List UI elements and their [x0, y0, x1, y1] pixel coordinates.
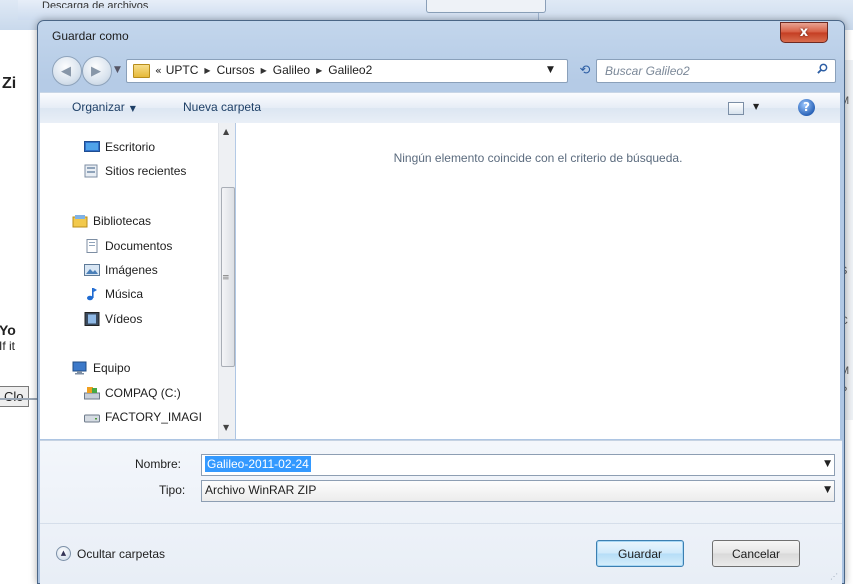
- help-icon[interactable]: ?: [798, 99, 815, 116]
- breadcrumb: « UPTC ▶ Cursos ▶ Galileo ▶ Galileo2: [155, 63, 372, 77]
- filename-field[interactable]: Galileo-2011-02-24 ▼: [201, 454, 835, 476]
- hide-folders-label: Ocultar carpetas: [77, 546, 166, 561]
- nav-item-label: Sitios recientes: [105, 164, 187, 178]
- file-type-value: Archivo WinRAR ZIP: [205, 483, 317, 497]
- cancel-button[interactable]: Cancelar: [712, 540, 800, 567]
- address-bar[interactable]: « UPTC ▶ Cursos ▶ Galileo ▶ Galileo2 ▼: [126, 59, 568, 83]
- file-list-pane[interactable]: Ningún elemento coincide con el criterio…: [236, 123, 840, 439]
- filename-selected-text: Galileo-2011-02-24: [205, 456, 311, 472]
- nav-item-musica[interactable]: Música: [84, 287, 143, 301]
- nav-item-bibliotecas[interactable]: Bibliotecas: [72, 214, 151, 228]
- music-icon: [87, 288, 97, 301]
- recent-places-icon: [84, 164, 98, 178]
- hide-folders-toggle[interactable]: ▲ Ocultar carpetas: [56, 546, 165, 561]
- nav-item-label: FACTORY_IMAGI: [105, 410, 202, 424]
- view-options-dropdown-icon[interactable]: ▼: [753, 102, 759, 111]
- new-folder-button[interactable]: Nueva carpeta: [183, 100, 261, 114]
- chevron-down-icon[interactable]: ▼: [824, 485, 831, 495]
- scroll-down-icon[interactable]: ▼: [223, 423, 229, 432]
- nav-item-factory-image[interactable]: FACTORY_IMAGI: [84, 410, 202, 424]
- breadcrumb-separator-icon[interactable]: ▶: [316, 66, 322, 75]
- back-button[interactable]: ◀: [52, 56, 82, 86]
- parent-dialog-title: Descarga de archivos: [42, 0, 149, 8]
- collapse-icon: ▲: [56, 546, 71, 561]
- close-button[interactable]: x: [780, 22, 828, 43]
- background-text-ifit: If it: [0, 339, 16, 353]
- parent-dialog-button: [426, 0, 546, 13]
- nav-item-label: Documentos: [105, 239, 173, 253]
- drive-c-icon: [84, 387, 100, 400]
- save-button[interactable]: Guardar: [596, 540, 684, 567]
- pictures-icon: [84, 264, 100, 276]
- nav-item-label: Bibliotecas: [93, 214, 152, 228]
- nav-item-equipo[interactable]: Equipo: [72, 361, 130, 375]
- nav-item-escritorio[interactable]: Escritorio: [84, 140, 155, 154]
- dialog-title: Guardar como: [52, 29, 129, 43]
- scroll-up-icon[interactable]: ▲: [223, 127, 229, 136]
- breadcrumb-item[interactable]: UPTC: [166, 63, 199, 77]
- nav-item-label: Imágenes: [105, 263, 158, 277]
- documents-icon: [86, 239, 98, 253]
- refresh-button[interactable]: ⟲: [572, 59, 598, 81]
- drive-icon: [84, 414, 100, 423]
- scroll-grip-icon: ≡: [222, 273, 230, 283]
- libraries-icon: [72, 215, 88, 228]
- parent-dialog-titlebar: Descarga de archivos: [18, 0, 546, 20]
- search-icon[interactable]: [817, 63, 828, 74]
- search-input[interactable]: Buscar Galileo2: [605, 64, 690, 78]
- resize-grip-icon[interactable]: ⋰: [830, 572, 838, 581]
- back-arrow-icon: ◀: [61, 64, 71, 79]
- nav-item-label: COMPAQ (C:): [105, 386, 181, 400]
- computer-icon: [72, 361, 87, 375]
- save-as-dialog: Guardar como x ◀ ▶ ▼ « UPTC ▶ Cursos ▶ G…: [37, 20, 845, 584]
- breadcrumb-item[interactable]: Cursos: [217, 63, 255, 77]
- nav-item-label: Equipo: [93, 361, 131, 375]
- organize-label: Organizar: [72, 100, 125, 114]
- navigation-scrollbar[interactable]: ▲ ≡ ▼: [218, 123, 235, 439]
- nav-item-label: Música: [105, 287, 144, 301]
- background-text-you: Yo: [0, 322, 16, 338]
- videos-icon: [84, 312, 100, 326]
- background-divider: [0, 398, 40, 400]
- file-type-select[interactable]: Archivo WinRAR ZIP ▼: [201, 480, 835, 502]
- chevron-down-icon[interactable]: ▼: [824, 459, 831, 469]
- breadcrumb-separator-icon[interactable]: ▶: [261, 66, 267, 75]
- chevron-down-icon: ▼: [129, 104, 136, 113]
- change-view-icon[interactable]: [728, 102, 744, 115]
- breadcrumb-separator-icon[interactable]: ▶: [204, 66, 210, 75]
- nav-item-videos[interactable]: Vídeos: [84, 312, 142, 326]
- background-heading: Zi: [2, 75, 17, 92]
- nav-item-compaq-c[interactable]: COMPAQ (C:): [84, 386, 181, 400]
- nav-item-label: Vídeos: [105, 312, 143, 326]
- breadcrumb-overflow[interactable]: «: [155, 64, 162, 77]
- search-box[interactable]: Buscar Galileo2: [596, 59, 836, 83]
- forward-arrow-icon: ▶: [91, 64, 101, 79]
- desktop-icon: [84, 141, 100, 152]
- save-options-panel: Nombre: Galileo-2011-02-24 ▼ Tipo: Archi…: [40, 440, 842, 584]
- nav-item-documentos[interactable]: Documentos: [84, 239, 172, 253]
- command-bar: Organizar ▼ Nueva carpeta ▼ ?: [40, 92, 840, 124]
- nav-item-imagenes[interactable]: Imágenes: [84, 263, 158, 277]
- address-dropdown-icon[interactable]: ▼: [547, 65, 554, 75]
- recent-locations-dropdown[interactable]: ▼: [114, 65, 121, 75]
- organize-menu[interactable]: Organizar ▼: [72, 100, 136, 114]
- navigation-pane: Escritorio Sitios recientes Bibliotecas …: [40, 123, 235, 439]
- breadcrumb-item[interactable]: Galileo: [273, 63, 310, 77]
- nav-item-sitios-recientes[interactable]: Sitios recientes: [84, 164, 186, 178]
- background-close-button: Clo: [0, 386, 29, 407]
- nav-item-label: Escritorio: [105, 140, 156, 154]
- empty-results-message: Ningún elemento coincide con el criterio…: [393, 151, 683, 165]
- refresh-icon: ⟲: [579, 62, 591, 78]
- forward-button[interactable]: ▶: [82, 56, 112, 86]
- close-icon: x: [799, 25, 809, 40]
- breadcrumb-item[interactable]: Galileo2: [328, 63, 372, 77]
- file-type-label: Tipo:: [159, 483, 186, 497]
- filename-label: Nombre:: [135, 457, 182, 471]
- panel-divider: [40, 523, 842, 524]
- folder-icon: [133, 64, 150, 78]
